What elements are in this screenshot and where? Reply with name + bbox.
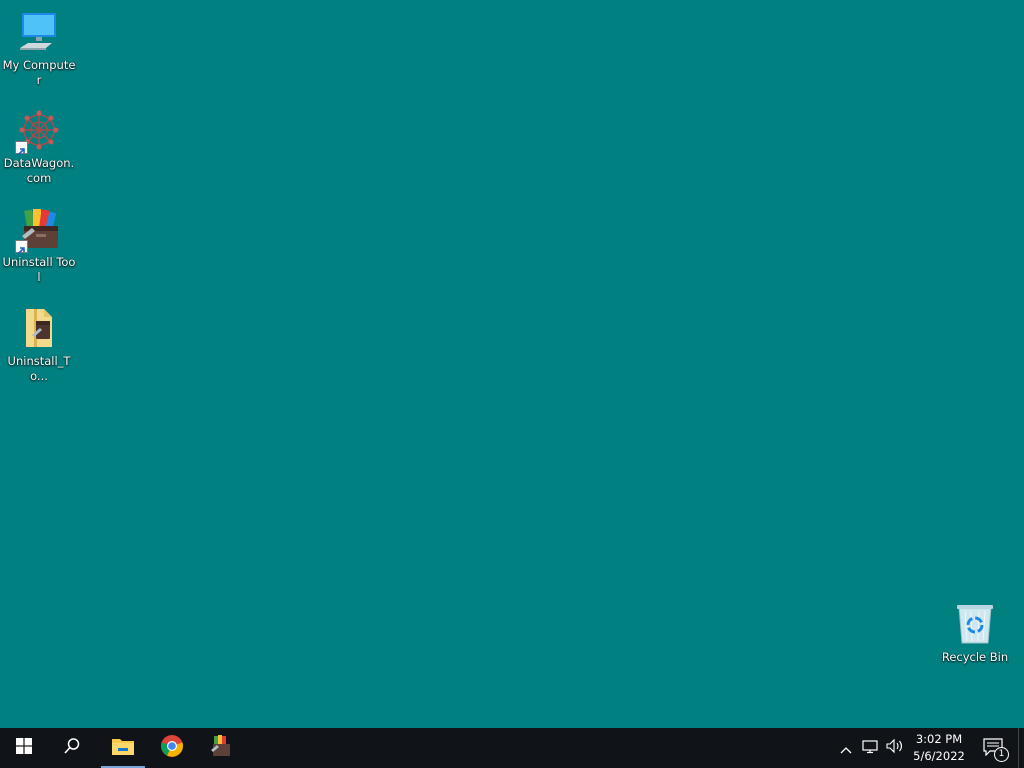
icon-label: My Computer <box>2 58 76 87</box>
taskbar-chrome[interactable] <box>148 728 196 768</box>
uninstall-folder-shortcut[interactable]: Uninstall_To... <box>0 304 78 384</box>
taskbar: 3:02 PM 5/6/2022 1 <box>0 728 1024 768</box>
windows-start-icon <box>16 738 32 758</box>
notification-icon: 1 <box>983 738 1009 762</box>
clock-date: 5/6/2022 <box>913 749 965 763</box>
recycle-bin[interactable]: Recycle Bin <box>936 600 1014 665</box>
datawagon-shortcut[interactable]: DataWagon.com <box>0 106 78 186</box>
desktop: My Computer DataWagon.com Uninstall Tool… <box>0 0 1024 728</box>
taskbar-uninstall-tool[interactable] <box>197 728 245 768</box>
search-icon <box>63 737 81 759</box>
shortcut-arrow-icon <box>15 240 28 255</box>
taskbar-clock[interactable]: 3:02 PM 5/6/2022 <box>908 728 970 768</box>
uninstall-tool-icon <box>15 205 63 255</box>
speaker-icon <box>886 738 904 758</box>
uninstall-tool-icon <box>209 734 233 762</box>
chevron-up-icon <box>840 739 852 758</box>
recycle-bin-icon <box>951 600 999 648</box>
notification-count-badge: 1 <box>994 747 1009 762</box>
shortcut-arrow-icon <box>15 141 28 156</box>
start-button[interactable] <box>0 728 48 768</box>
network-icon <box>862 738 880 758</box>
computer-icon <box>15 8 63 56</box>
icon-label: Uninstall Tool <box>2 255 76 284</box>
volume-button[interactable] <box>883 728 907 768</box>
taskbar-file-explorer[interactable] <box>99 728 147 768</box>
icon-label: DataWagon.com <box>3 156 75 185</box>
uninstall-tool-shortcut[interactable]: Uninstall Tool <box>0 205 78 285</box>
file-explorer-icon <box>111 736 135 760</box>
show-desktop-button[interactable] <box>1018 728 1024 768</box>
folder-archive-icon <box>15 304 63 352</box>
action-center-button[interactable]: 1 <box>974 728 1014 768</box>
my-computer-shortcut[interactable]: My Computer <box>0 8 78 88</box>
icon-label: Recycle Bin <box>941 650 1009 664</box>
show-hidden-icons-button[interactable] <box>834 728 858 768</box>
network-button[interactable] <box>859 728 883 768</box>
clock-time: 3:02 PM <box>915 732 963 746</box>
search-button[interactable] <box>48 728 96 768</box>
icon-label: Uninstall_To... <box>7 354 71 383</box>
datawagon-icon <box>15 106 63 156</box>
chrome-icon <box>160 734 184 762</box>
